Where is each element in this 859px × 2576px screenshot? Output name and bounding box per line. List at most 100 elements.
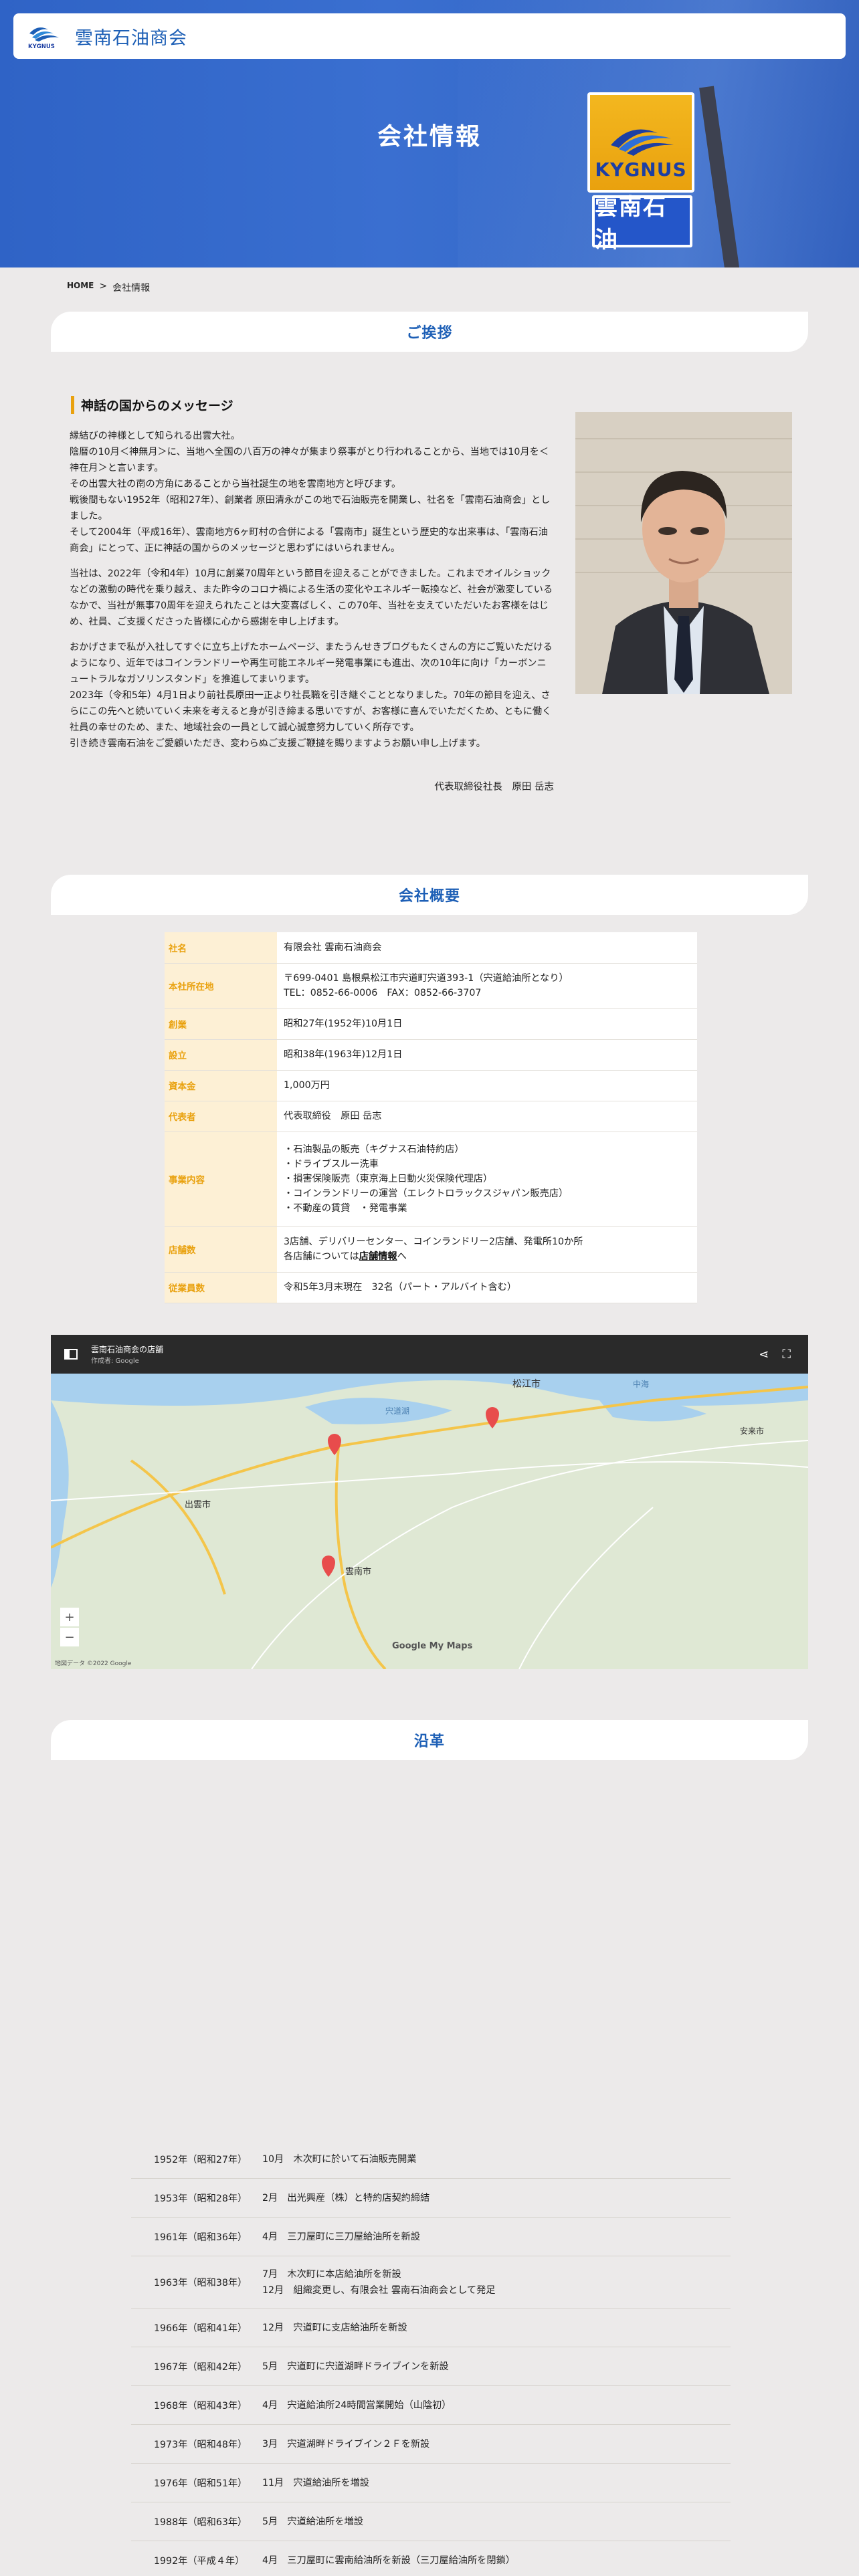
list-item: 1976年（昭和51年） 11月 宍道給油所を増設 <box>131 2464 731 2502</box>
table-row: 資本金 1,000万円 <box>165 1070 697 1101</box>
row-label: 創業 <box>165 1008 277 1040</box>
table-row: 創業 昭和27年(1952年)10月1日 <box>165 1008 697 1040</box>
sign-company: 雲南石油 <box>592 194 692 253</box>
store-map[interactable]: 雲南石油商会の店舗 作成者: Google ⋖ ⛶ 松江市 宍道湖 出雲市 雲南… <box>51 1335 808 1669</box>
list-item: 1966年（昭和41年） 12月 宍道町に支店給油所を新設 <box>131 2309 731 2347</box>
list-item: 1968年（昭和43年） 4月 宍道給油所24時間営業開始（山陰初） <box>131 2386 731 2425</box>
map-label: 安来市 <box>740 1426 764 1436</box>
history-year: 1963年（昭和38年） <box>154 2277 248 2288</box>
map-copyright: 地図データ ©2022 Google <box>55 1660 132 1667</box>
list-item: 1961年（昭和36年） 4月 三刀屋町に三刀屋給油所を新設 <box>131 2218 731 2256</box>
history-event: 2月 出光興産（株）と特約店契約締結 <box>262 2192 430 2204</box>
row-label: 事業内容 <box>165 1132 277 1227</box>
zoom-in-button[interactable]: + <box>60 1608 79 1626</box>
zoom-out-button[interactable]: − <box>60 1628 79 1646</box>
google-logo[interactable]: Google My Maps <box>392 1641 472 1651</box>
list-item: 1967年（昭和42年） 5月 宍道町に宍道湖畔ドライブインを新設 <box>131 2347 731 2386</box>
row-value: ・石油製品の販売（キグナス石油特約店） ・ドライブスルー洗車 ・損害保険販売（東… <box>277 1132 697 1227</box>
row-label: 従業員数 <box>165 1272 277 1303</box>
overview-heading: 会社概要 <box>51 875 808 915</box>
table-row: 店舗数 3店舗、デリバリーセンター、コインランドリー2店舗、発電所10か所 各店… <box>165 1226 697 1273</box>
sign-brand: KYGNUS <box>595 158 687 181</box>
svg-text:KYGNUS: KYGNUS <box>28 43 55 49</box>
history-event: 4月 宍道給油所24時間営業開始（山陰初） <box>262 2399 452 2411</box>
row-value: 1,000万円 <box>277 1070 697 1101</box>
breadcrumb: HOME > 会社情報 <box>67 281 150 294</box>
row-value: 3店舗、デリバリーセンター、コインランドリー2店舗、発電所10か所 各店舗につい… <box>277 1226 697 1273</box>
map-title[interactable]: 雲南石油商会の店舗 <box>91 1344 163 1355</box>
site-header: KYGNUS 雲南石油商会 <box>13 13 846 59</box>
share-icon[interactable]: ⋖ <box>759 1348 769 1362</box>
map-label: 中海 <box>633 1379 649 1389</box>
stores-note: 各店舗については <box>284 1251 359 1262</box>
stores-summary: 3店舗、デリバリーセンター、コインランドリー2店舗、発電所10か所 <box>284 1237 583 1247</box>
message-signature: 代表取締役社長 原田 岳志 <box>434 782 554 792</box>
history-event: 4月 三刀屋町に雲南給油所を新設（三刀屋給油所を閉鎖） <box>262 2555 515 2566</box>
table-row: 本社所在地 〒699-0401 島根県松江市宍道町宍道393-1（宍道給油所とな… <box>165 963 697 1009</box>
row-label: 設立 <box>165 1039 277 1071</box>
message-paragraph: 縁結びの神様として知られる出雲大社。 陰暦の10月＜神無月＞に、当地へ全国の八百… <box>70 431 551 554</box>
message-paragraph: 当社は、2022年（令和4年）10月に創業70周年という節目を迎えることができま… <box>70 568 553 627</box>
store-info-link[interactable]: 店舗情報 <box>359 1251 397 1262</box>
kygnus-sign: KYGNUS <box>587 92 694 193</box>
stores-note-suffix: へ <box>397 1251 407 1262</box>
swan-logo-icon <box>611 129 674 156</box>
list-item: 1992年（平成４年） 4月 三刀屋町に雲南給油所を新設（三刀屋給油所を閉鎖） <box>131 2541 731 2576</box>
row-value: 代表取締役 原田 岳志 <box>277 1101 697 1132</box>
fullscreen-icon[interactable]: ⛶ <box>782 1348 791 1362</box>
row-label: 代表者 <box>165 1101 277 1132</box>
company-table: 社名 有限会社 雲南石油商会 本社所在地 〒699-0401 島根県松江市宍道町… <box>165 932 697 1303</box>
list-item: 1952年（昭和27年） 10月 木次町に於いて石油販売開業 <box>131 2140 731 2179</box>
map-legend-icon[interactable] <box>64 1349 78 1360</box>
map-label: 出雲市 <box>185 1499 211 1510</box>
breadcrumb-home[interactable]: HOME <box>67 281 94 294</box>
table-row: 社名 有限会社 雲南石油商会 <box>165 932 697 964</box>
history-event: 5月 宍道給油所を増設 <box>262 2516 363 2527</box>
row-value: 〒699-0401 島根県松江市宍道町宍道393-1（宍道給油所となり） TEL… <box>277 963 697 1009</box>
brand-name[interactable]: 雲南石油商会 <box>75 23 187 49</box>
breadcrumb-current: 会社情報 <box>112 283 151 294</box>
history-event: 10月 木次町に於いて石油販売開業 <box>262 2153 417 2165</box>
table-row: 代表者 代表取締役 原田 岳志 <box>165 1101 697 1132</box>
row-label: 本社所在地 <box>165 963 277 1009</box>
history-year: 1966年（昭和41年） <box>154 2323 248 2334</box>
list-item: 1988年（昭和63年） 5月 宍道給油所を増設 <box>131 2502 731 2541</box>
message-paragraph: おかげさまで私が入社してすぐに立ち上げたホームページ、またうんせきブログもたくさ… <box>70 642 553 749</box>
history-event: 3月 宍道湖畔ドライブイン２Ｆを新設 <box>262 2438 430 2450</box>
message-body: 縁結びの神様として知られる出雲大社。 陰暦の10月＜神無月＞に、当地へ全国の八百… <box>70 428 554 761</box>
kygnus-logo-icon[interactable]: KYGNUS <box>25 23 68 50</box>
history-event: 12月 宍道町に支店給油所を新設 <box>262 2322 407 2333</box>
map-label: 宍道湖 <box>385 1406 409 1416</box>
president-photo <box>575 412 792 694</box>
map-label: 雲南市 <box>345 1566 371 1577</box>
history-year: 1988年（昭和63年） <box>154 2516 248 2528</box>
table-row: 従業員数 令和5年3月末現在 32名（パート・アルバイト含む） <box>165 1272 697 1303</box>
breadcrumb-separator: > <box>99 281 108 292</box>
history-year: 1968年（昭和43年） <box>154 2400 248 2411</box>
row-label: 社名 <box>165 932 277 964</box>
map-canvas[interactable]: 松江市 宍道湖 出雲市 雲南市 中海 安来市 <box>51 1374 808 1669</box>
history-year: 1967年（昭和42年） <box>154 2361 248 2373</box>
history-event: 11月 宍道給油所を増設 <box>262 2477 369 2488</box>
history-year: 1992年（平成４年） <box>154 2555 245 2567</box>
list-item: 1973年（昭和48年） 3月 宍道湖畔ドライブイン２Ｆを新設 <box>131 2425 731 2464</box>
table-row: 事業内容 ・石油製品の販売（キグナス石油特約店） ・ドライブスルー洗車 ・損害保… <box>165 1132 697 1227</box>
row-value: 昭和27年(1952年)10月1日 <box>277 1008 697 1040</box>
row-label: 資本金 <box>165 1070 277 1101</box>
history-year: 1953年（昭和28年） <box>154 2193 248 2204</box>
history-year: 1961年（昭和36年） <box>154 2232 248 2243</box>
page-title: 会社情報 <box>377 123 482 150</box>
row-value: 有限会社 雲南石油商会 <box>277 932 697 964</box>
message-title: 神話の国からのメッセージ <box>71 396 233 414</box>
map-label: 松江市 <box>512 1378 541 1390</box>
history-event: 4月 三刀屋町に三刀屋給油所を新設 <box>262 2231 421 2242</box>
table-row: 設立 昭和38年(1963年)12月1日 <box>165 1039 697 1071</box>
row-label: 店舗数 <box>165 1226 277 1273</box>
history-heading: 沿革 <box>51 1720 808 1760</box>
history-year: 1976年（昭和51年） <box>154 2478 248 2489</box>
map-toolbar: 雲南石油商会の店舗 作成者: Google ⋖ ⛶ <box>51 1335 808 1374</box>
row-value: 令和5年3月末現在 32名（パート・アルバイト含む） <box>277 1272 697 1303</box>
history-year: 1973年（昭和48年） <box>154 2439 248 2450</box>
hero-banner: KYGNUS 雲南石油商会 会社情報 KYGNUS 雲南石油 <box>0 0 859 267</box>
history-event: 7月 木次町に本店給油所を新設 12月 組織変更し、有限会社 雲南石油商会として… <box>262 2268 496 2296</box>
